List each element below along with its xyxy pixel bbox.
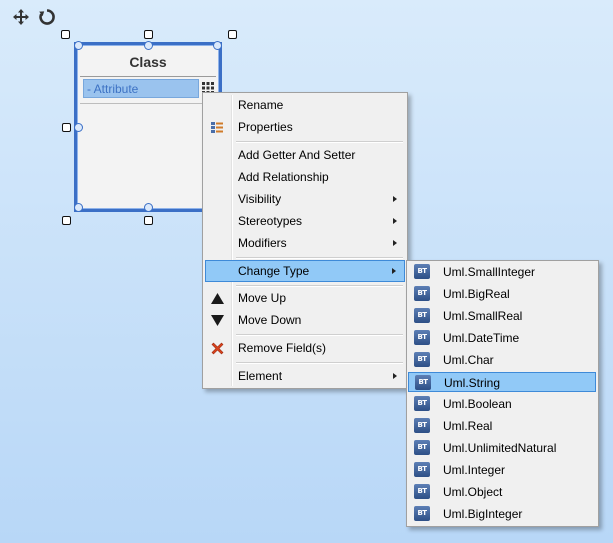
type-option-label: Uml.Integer xyxy=(443,463,506,477)
menu-item-label: Remove Field(s) xyxy=(238,341,327,355)
menu-item-label: Move Down xyxy=(238,313,302,327)
attribute-field[interactable]: - Attribute xyxy=(83,79,199,98)
menu-item-label: Move Up xyxy=(238,291,287,305)
menu-item-label: Visibility xyxy=(238,192,282,206)
type-option-label: Uml.SmallReal xyxy=(443,309,523,323)
type-option-real[interactable]: BT Uml.Real xyxy=(408,416,596,436)
uml-class-shape[interactable]: Class - Attribute xyxy=(74,42,222,212)
datatype-icon: BT xyxy=(414,330,430,345)
rotate-icon[interactable] xyxy=(38,8,56,26)
connection-anchor[interactable] xyxy=(74,203,83,212)
type-option-big-integer[interactable]: BT Uml.BigInteger xyxy=(408,504,596,524)
menu-item-move-up[interactable]: Move Up xyxy=(205,288,405,308)
move-icon[interactable] xyxy=(12,8,30,26)
type-option-small-real[interactable]: BT Uml.SmallReal xyxy=(408,306,596,326)
datatype-icon: BT xyxy=(415,375,431,390)
menu-separator xyxy=(236,362,403,364)
type-option-unlimited-natural[interactable]: BT Uml.UnlimitedNatural xyxy=(408,438,596,458)
submenu-arrow-icon xyxy=(393,373,397,379)
resize-handle-bottom[interactable] xyxy=(144,216,153,225)
menu-separator xyxy=(236,141,403,143)
datatype-icon: BT xyxy=(414,506,430,521)
datatype-icon: BT xyxy=(414,484,430,499)
datatype-icon: BT xyxy=(414,396,430,411)
triangle-up-icon xyxy=(210,291,225,306)
menu-item-label: Stereotypes xyxy=(238,214,303,228)
menu-item-change-type[interactable]: Change Type xyxy=(205,260,405,282)
menu-separator xyxy=(236,257,403,259)
resize-handle-top[interactable] xyxy=(144,30,153,39)
menu-separator xyxy=(236,334,403,336)
resize-handle-top-right[interactable] xyxy=(228,30,237,39)
connection-anchor[interactable] xyxy=(144,203,153,212)
type-option-string[interactable]: BT Uml.String xyxy=(408,372,596,392)
type-option-label: Uml.UnlimitedNatural xyxy=(443,441,557,455)
menu-item-remove-fields[interactable]: Remove Field(s) xyxy=(205,338,405,358)
type-option-label: Uml.SmallInteger xyxy=(443,265,536,279)
type-option-label: Uml.Object xyxy=(443,485,503,499)
triangle-down-icon xyxy=(210,313,225,328)
resize-handle-top-left[interactable] xyxy=(61,30,70,39)
type-option-big-real[interactable]: BT Uml.BigReal xyxy=(408,284,596,304)
menu-item-modifiers[interactable]: Modifiers xyxy=(205,233,405,253)
type-option-boolean[interactable]: BT Uml.Boolean xyxy=(408,394,596,414)
menu-item-label: Modifiers xyxy=(238,236,287,250)
menu-item-label: Change Type xyxy=(238,264,310,278)
connection-anchor[interactable] xyxy=(74,123,83,132)
resize-handle-left[interactable] xyxy=(62,123,71,132)
datatype-icon: BT xyxy=(414,418,430,433)
menu-item-properties[interactable]: Properties xyxy=(205,117,405,137)
type-option-label: Uml.Char xyxy=(443,353,494,367)
submenu-arrow-icon xyxy=(393,218,397,224)
class-body xyxy=(80,103,216,206)
context-menu: Rename Properties Add Getter And Setter … xyxy=(202,92,408,389)
type-option-label: Uml.DateTime xyxy=(443,331,520,345)
type-option-label: Uml.String xyxy=(444,376,501,390)
type-option-label: Uml.BigInteger xyxy=(443,507,523,521)
datatype-icon: BT xyxy=(414,462,430,477)
menu-item-stereotypes[interactable]: Stereotypes xyxy=(205,211,405,231)
menu-item-add-relationship[interactable]: Add Relationship xyxy=(205,167,405,187)
resize-handle-bottom-left[interactable] xyxy=(62,216,71,225)
properties-icon xyxy=(210,120,225,135)
change-type-submenu: BT Uml.SmallInteger BT Uml.BigReal BT Um… xyxy=(406,260,599,527)
type-option-integer[interactable]: BT Uml.Integer xyxy=(408,460,596,480)
datatype-icon: BT xyxy=(414,352,430,367)
connection-anchor[interactable] xyxy=(74,41,83,50)
red-x-icon xyxy=(210,341,225,356)
menu-item-label: Add Relationship xyxy=(238,170,329,184)
submenu-arrow-icon xyxy=(393,240,397,246)
menu-item-label: Add Getter And Setter xyxy=(238,148,356,162)
menu-item-add-getter-and-setter[interactable]: Add Getter And Setter xyxy=(205,145,405,165)
datatype-icon: BT xyxy=(414,264,430,279)
type-option-small-integer[interactable]: BT Uml.SmallInteger xyxy=(408,262,596,282)
menu-item-label: Element xyxy=(238,369,283,383)
type-option-label: Uml.Boolean xyxy=(443,397,512,411)
connection-anchor[interactable] xyxy=(144,41,153,50)
menu-item-move-down[interactable]: Move Down xyxy=(205,310,405,330)
menu-item-label: Rename xyxy=(238,98,284,112)
datatype-icon: BT xyxy=(414,286,430,301)
type-option-label: Uml.BigReal xyxy=(443,287,510,301)
type-option-char[interactable]: BT Uml.Char xyxy=(408,350,596,370)
menu-item-visibility[interactable]: Visibility xyxy=(205,189,405,209)
submenu-arrow-icon xyxy=(393,196,397,202)
class-title[interactable]: Class xyxy=(80,48,216,77)
type-option-label: Uml.Real xyxy=(443,419,493,433)
menu-item-label: Properties xyxy=(238,120,293,134)
submenu-arrow-icon xyxy=(392,268,396,274)
menu-separator xyxy=(236,285,403,287)
datatype-icon: BT xyxy=(414,440,430,455)
connection-anchor[interactable] xyxy=(213,41,222,50)
type-option-object[interactable]: BT Uml.Object xyxy=(408,482,596,502)
datatype-icon: BT xyxy=(414,308,430,323)
menu-item-element[interactable]: Element xyxy=(205,366,405,386)
menu-item-rename[interactable]: Rename xyxy=(205,95,405,115)
type-option-date-time[interactable]: BT Uml.DateTime xyxy=(408,328,596,348)
